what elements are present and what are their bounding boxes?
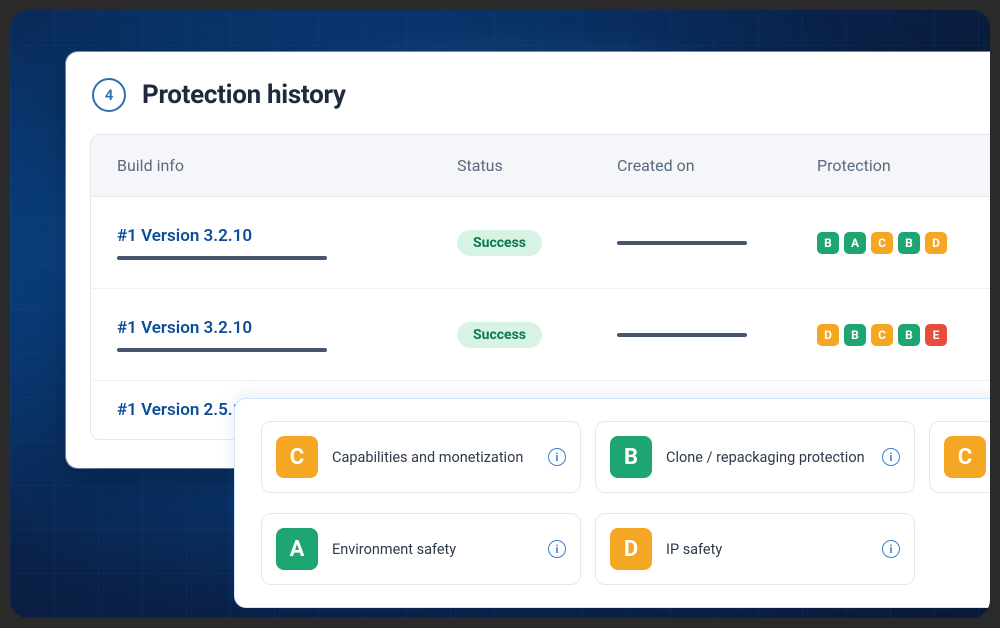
build-title: #1 Version 3.2.10: [117, 226, 457, 246]
protection-detail-card[interactable]: D IP safety i: [595, 513, 915, 585]
build-cell: #1 Version 3.2.10: [117, 318, 457, 352]
grade-badge-large: C: [944, 436, 986, 478]
protection-detail-panel: C Capabilities and monetization i B Clone / …: [234, 398, 990, 608]
grade-badge: D: [925, 232, 947, 254]
grade-badge: B: [844, 324, 866, 346]
grade-badge-large: A: [276, 528, 318, 570]
col-created: Created on: [617, 156, 817, 175]
protection-detail-card[interactable]: C: [929, 421, 990, 493]
grade-badge-large: B: [610, 436, 652, 478]
col-build: Build info: [117, 156, 457, 175]
grade-badge: B: [817, 232, 839, 254]
placeholder-line: [117, 348, 327, 352]
protection-detail-card[interactable]: C Capabilities and monetization i: [261, 421, 581, 493]
protection-grades: BACBD: [817, 232, 975, 254]
step-badge: 4: [92, 78, 126, 112]
status-badge: Success: [457, 230, 542, 256]
detail-label: Environment safety: [332, 541, 534, 558]
grade-badge: C: [871, 324, 893, 346]
table-row[interactable]: #1 Version 3.2.10SuccessBACBD: [91, 197, 990, 289]
protection-detail-card[interactable]: B Clone / repackaging protection i: [595, 421, 915, 493]
table-row[interactable]: #1 Version 3.2.10SuccessDBCBE: [91, 289, 990, 381]
info-icon[interactable]: i: [548, 448, 566, 466]
placeholder-line: [117, 256, 327, 260]
build-cell: #1 Version 3.2.10: [117, 226, 457, 260]
placeholder-line: [617, 333, 747, 337]
status-cell: Success: [457, 230, 617, 256]
grade-badge-large: D: [610, 528, 652, 570]
app-frame: 4 Protection history Build info Status C…: [10, 10, 990, 618]
grade-badge: E: [925, 324, 947, 346]
grade-badge: B: [898, 324, 920, 346]
created-cell: [617, 333, 817, 337]
col-protection: Protection: [817, 156, 975, 175]
history-table: Build info Status Created on Protection …: [90, 134, 990, 440]
section-header: 4 Protection history: [92, 78, 990, 112]
build-title: #1 Version 3.2.10: [117, 318, 457, 338]
info-icon[interactable]: i: [548, 540, 566, 558]
detail-label: Clone / repackaging protection: [666, 449, 868, 466]
section-title: Protection history: [142, 80, 346, 110]
table-header: Build info Status Created on Protection: [91, 135, 990, 197]
col-status: Status: [457, 156, 617, 175]
grade-badge: A: [844, 232, 866, 254]
grade-badge: B: [898, 232, 920, 254]
detail-label: Capabilities and monetization: [332, 449, 534, 466]
status-badge: Success: [457, 322, 542, 348]
grade-badge-large: C: [276, 436, 318, 478]
grade-badge: C: [871, 232, 893, 254]
created-cell: [617, 241, 817, 245]
protection-detail-card[interactable]: A Environment safety i: [261, 513, 581, 585]
protection-grades: DBCBE: [817, 324, 975, 346]
info-icon[interactable]: i: [882, 448, 900, 466]
grade-badge: D: [817, 324, 839, 346]
detail-label: IP safety: [666, 541, 868, 558]
info-icon[interactable]: i: [882, 540, 900, 558]
status-cell: Success: [457, 322, 617, 348]
placeholder-line: [617, 241, 747, 245]
